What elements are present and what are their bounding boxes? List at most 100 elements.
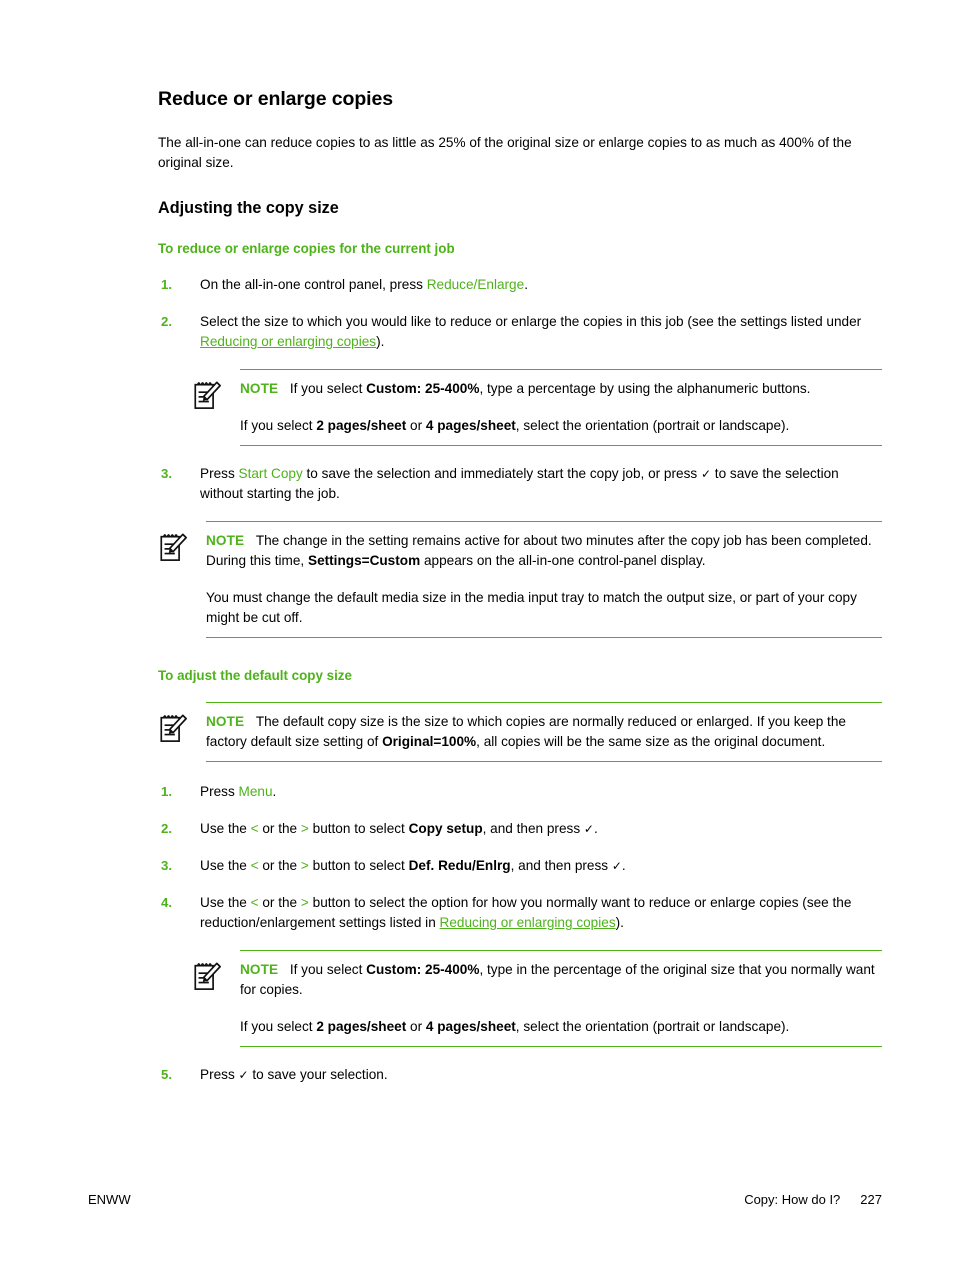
note-body: NOTE The default copy size is the size to… [206,701,882,762]
left-arrow-icon: < [250,820,259,836]
step-text-part: . [524,276,528,292]
cross-reference-link[interactable]: Reducing or enlarging copies [440,915,616,930]
note-paragraph: NOTE If you select Custom: 25-400%, type … [240,960,882,1000]
step-item: 1. Press Menu. [158,782,882,802]
right-arrow-icon: > [300,894,309,910]
step-text-part: ). [376,333,385,349]
note-paragraph: You must change the default media size i… [206,589,857,625]
step-text-part: button to select [308,820,409,836]
right-arrow-icon: > [300,857,309,873]
step-item: 5. Press ✓ to save your selection. [158,1065,882,1085]
note-paragraph: NOTE The default copy size is the size to… [206,712,882,752]
note-body: NOTE If you select Custom: 25-400%, type … [240,368,882,446]
step-item: 1. On the all-in-one control panel, pres… [158,275,882,295]
step-text: Press ✓ to save your selection. [200,1067,388,1082]
note-body: NOTE If you select Custom: 25-400%, type … [240,949,882,1047]
step-text-part: or the [258,820,301,836]
step-item: 4. Use the < or the > button to select t… [158,893,882,933]
note-label: NOTE [240,380,279,396]
step-item: 2. Select the size to which you would li… [158,312,882,352]
note-body: NOTE The change in the setting remains ac… [206,520,882,638]
note-bold-term: 2 pages/sheet [316,417,407,433]
step-text: On the all-in-one control panel, press R… [200,277,528,292]
note-paragraph: NOTE If you select Custom: 25-400%, type … [240,379,882,399]
check-glyph-icon: ✓ [700,466,712,481]
note-bold-term: Settings=Custom [308,552,421,568]
step-text-part: Use the [200,894,251,910]
step-item: 2. Use the < or the > button to select C… [158,819,882,839]
step-text-part: , and then press [482,820,584,836]
step-text-part: Press [200,783,239,799]
note-bold-term: Original=100% [382,733,477,749]
step-text: Use the < or the > button to select the … [200,895,851,930]
note-bold-term: Custom: 25-400% [366,380,480,396]
step-text-part: . [272,783,277,799]
note-bold-term: Custom: 25-400% [366,961,480,977]
procedure-2-heading: To adjust the default copy size [158,667,352,683]
note-text-part: , all copies will be the same size as th… [476,733,826,749]
note-box: NOTE If you select Custom: 25-400%, type … [192,949,882,1047]
note-label: NOTE [240,961,279,977]
note-box: NOTE If you select Custom: 25-400%, type … [192,368,882,446]
step-number: 5. [161,1066,172,1082]
step-item: 3. Press Start Copy to save the selectio… [158,464,882,504]
note-text-part: appears on the all-in-one control-panel … [420,552,706,568]
step-number: 2. [161,820,172,836]
step-text-part: . [621,857,626,873]
note-text-part: or [406,417,426,433]
footer-language-code: ENWW [88,1192,131,1207]
notepad-pencil-icon [192,960,222,992]
note-text-part: If you select [289,380,367,396]
footer-chapter-title: Copy: How do I? [744,1192,841,1207]
step-text: Press Start Copy to save the selection a… [200,466,839,501]
step-text-part: to save the selection and immediately st… [302,465,701,481]
note-paragraph: NOTE The change in the setting remains ac… [206,531,882,571]
note-paragraph: If you select 2 pages/sheet or 4 pages/s… [240,416,882,436]
notepad-pencil-icon [158,712,188,744]
note-text-part: If you select [240,417,317,433]
step-text-part: or the [258,857,301,873]
note-text-part: or [406,1018,426,1034]
page-title: Reduce or enlarge copies [158,88,393,110]
note-label: NOTE [206,532,245,548]
note-text-part: , select the orientation (portrait or la… [515,1018,790,1034]
right-arrow-icon: > [300,820,309,836]
ui-term: Start Copy [238,465,303,481]
left-arrow-icon: < [250,894,259,910]
step-text: Press Menu. [200,784,276,799]
cross-reference-link[interactable]: Reducing or enlarging copies [200,334,376,349]
step-number: 2. [161,313,172,329]
ui-bold-term: Copy setup [408,820,483,836]
step-text-part: Press [200,1066,239,1082]
notepad-pencil-icon [158,531,188,563]
note-bold-term: 4 pages/sheet [425,1018,516,1034]
step-number: 3. [161,857,172,873]
left-arrow-icon: < [250,857,259,873]
document-page: Reduce or enlarge copies The all-in-one … [0,0,954,1270]
footer-page-number: 227 [860,1192,882,1207]
step-text: Select the size to which you would like … [200,314,861,349]
step-text-part: , and then press [510,857,612,873]
step-number: 4. [161,894,172,910]
step-text-part: Press [200,465,239,481]
note-paragraph: If you select 2 pages/sheet or 4 pages/s… [240,1017,882,1037]
note-text-part: If you select [240,1018,317,1034]
step-number: 1. [161,783,172,799]
note-bold-term: 4 pages/sheet [425,417,516,433]
step-text: Use the < or the > button to select Copy… [200,821,598,836]
note-text-part: If you select [289,961,367,977]
note-box: NOTE The change in the setting remains ac… [158,520,882,638]
page-content: Reduce or enlarge copies The all-in-one … [158,88,882,1102]
notepad-pencil-icon [192,379,222,411]
check-glyph-icon: ✓ [238,1067,249,1082]
footer-right-group: Copy: How do I? 227 [744,1192,882,1207]
step-number: 1. [161,276,172,292]
ui-term: Reduce/Enlarge [426,276,525,292]
note-text-part: , select the orientation (portrait or la… [515,417,790,433]
note-label: NOTE [206,713,245,729]
step-text: Use the < or the > button to select Def.… [200,858,626,873]
step-text-part: On the all-in-one control panel, press [200,276,427,292]
check-glyph-icon: ✓ [611,858,622,873]
step-text-part: or the [258,894,301,910]
note-text-part: , type a percentage by using the alphanu… [479,380,811,396]
